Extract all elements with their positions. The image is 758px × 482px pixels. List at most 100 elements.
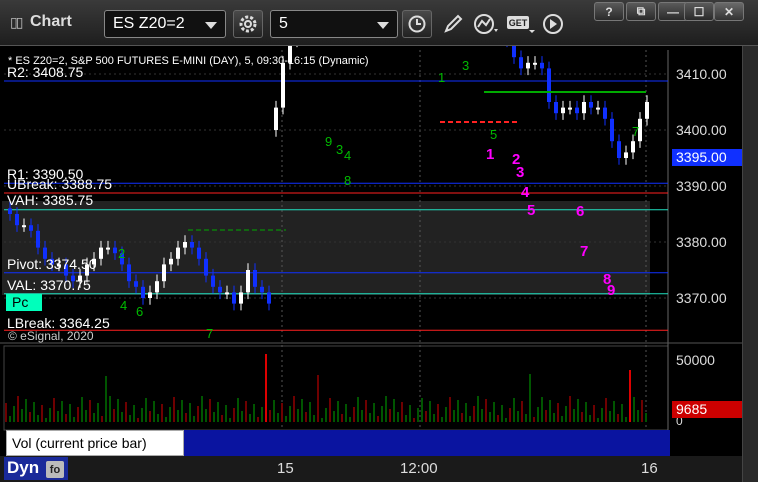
candle-body bbox=[582, 102, 586, 114]
settings-button[interactable] bbox=[233, 10, 263, 38]
setup-number: 7 bbox=[206, 326, 213, 341]
setup-number: 3 bbox=[462, 58, 469, 73]
candle-body bbox=[134, 281, 138, 287]
close-icon[interactable]: × bbox=[170, 428, 178, 444]
setup-number: 5 bbox=[490, 127, 497, 142]
sequence-number: 7 bbox=[580, 243, 588, 260]
candle-body bbox=[176, 247, 180, 259]
level-label-r2: R2: 3408.75 bbox=[7, 64, 84, 80]
setup-number: 4 bbox=[344, 148, 351, 163]
chart-type-button[interactable] bbox=[473, 11, 499, 37]
setup-number: 3 bbox=[336, 142, 343, 157]
candle-body bbox=[547, 68, 551, 102]
candle-body bbox=[218, 286, 222, 293]
candle-body bbox=[631, 141, 635, 153]
current-price-tag: 3395.00 bbox=[672, 149, 742, 166]
candle-body bbox=[113, 247, 117, 254]
time-axis-label: 15 bbox=[277, 460, 294, 477]
draw-tool-button[interactable] bbox=[440, 11, 466, 37]
candle-body bbox=[610, 118, 614, 142]
sequence-number: 5 bbox=[527, 202, 535, 219]
setup-number: 6 bbox=[136, 304, 143, 319]
volume-panel-background bbox=[3, 345, 669, 431]
sequence-number: 4 bbox=[521, 184, 530, 201]
chevron-down-icon[interactable] bbox=[205, 22, 217, 29]
candle-body bbox=[8, 208, 12, 214]
candle-body bbox=[141, 286, 145, 298]
candle-body bbox=[197, 247, 201, 259]
price-axis-label: 3400.00 bbox=[676, 122, 727, 138]
volume-panel-header bbox=[184, 430, 670, 456]
symbol-value: ES Z20=2 bbox=[113, 15, 185, 32]
candle-body bbox=[253, 270, 257, 287]
candle-body bbox=[575, 107, 579, 114]
sequence-number: 3 bbox=[516, 164, 524, 181]
candle-body bbox=[554, 102, 558, 114]
title-bar: ▯▯ Chart ES Z20=2 5 GET ? ⧉ — ☐ ✕ bbox=[0, 0, 758, 46]
svg-text:GET: GET bbox=[509, 18, 528, 28]
candle-body bbox=[29, 225, 33, 231]
candle-body bbox=[183, 242, 187, 248]
candle-body bbox=[36, 230, 40, 248]
candle-body bbox=[589, 102, 593, 108]
setup-number: 8 bbox=[344, 173, 351, 188]
candle-body bbox=[99, 247, 103, 259]
candle-body bbox=[624, 152, 628, 158]
pencil-draw-icon bbox=[444, 14, 463, 33]
next-button[interactable] bbox=[540, 11, 566, 37]
interval-value: 5 bbox=[279, 15, 288, 32]
get-data-button[interactable]: GET bbox=[506, 11, 536, 37]
time-template-button[interactable] bbox=[402, 10, 432, 38]
candle-body bbox=[190, 242, 194, 248]
help-button[interactable]: ? bbox=[594, 2, 624, 21]
candle-body bbox=[15, 214, 19, 226]
candle-body bbox=[519, 57, 523, 69]
chevron-down-icon[interactable] bbox=[377, 22, 389, 29]
pc-label: Pc bbox=[6, 294, 42, 311]
candle-body bbox=[22, 225, 26, 228]
candle-body bbox=[148, 292, 152, 298]
restore-button[interactable]: ⧉ bbox=[626, 2, 656, 21]
candle-body bbox=[106, 247, 110, 250]
candle-body bbox=[274, 107, 278, 130]
candle-body bbox=[260, 286, 264, 293]
candle-body bbox=[603, 107, 607, 119]
copyright-text: © eSignal, 2020 bbox=[8, 329, 94, 343]
time-axis-bar bbox=[0, 456, 742, 482]
get-data-icon: GET bbox=[507, 16, 535, 33]
sequence-number: 6 bbox=[576, 203, 584, 220]
candle-body bbox=[526, 62, 530, 69]
candle-body bbox=[512, 46, 516, 58]
candle-body bbox=[596, 107, 600, 110]
time-axis-label: 12:00 bbox=[400, 460, 438, 477]
maximize-button[interactable]: ☐ bbox=[684, 2, 714, 21]
candle-body bbox=[155, 281, 159, 293]
symbol-input[interactable]: ES Z20=2 bbox=[104, 10, 226, 38]
level-label-val: VAL: 3370.75 bbox=[7, 277, 91, 293]
sequence-number: 1 bbox=[486, 146, 494, 163]
candle-body bbox=[281, 62, 285, 108]
settings-gear-icon bbox=[239, 15, 257, 33]
interval-select[interactable]: 5 bbox=[270, 10, 398, 38]
drag-grip-icon[interactable]: ▯▯ bbox=[10, 14, 23, 31]
setup-number: 7 bbox=[632, 124, 639, 139]
level-label-ubreak: UBreak: 3388.75 bbox=[7, 176, 113, 192]
window-title: Chart bbox=[30, 13, 72, 30]
fo-icon[interactable]: fo bbox=[46, 461, 64, 478]
candle-body bbox=[232, 292, 236, 304]
candle-body bbox=[617, 141, 621, 158]
chart-type-icon bbox=[474, 14, 498, 34]
candle-body bbox=[246, 270, 250, 293]
close-button[interactable]: ✕ bbox=[714, 2, 744, 21]
right-scrollbar[interactable] bbox=[742, 46, 758, 482]
level-label-pivot: Pivot: 3374.50 bbox=[7, 256, 97, 272]
setup-number: 4 bbox=[120, 298, 127, 313]
price-chart[interactable]: 1 2345 678924 693 48135 77 bbox=[0, 46, 758, 482]
clock-icon bbox=[408, 15, 426, 33]
setup-number: 2 bbox=[118, 246, 125, 261]
price-axis-label: 3370.00 bbox=[676, 290, 727, 306]
time-axis-label: 16 bbox=[641, 460, 658, 477]
setup-number: 9 bbox=[325, 134, 332, 149]
candle-body bbox=[169, 258, 173, 265]
price-axis-label: 3390.00 bbox=[676, 178, 727, 194]
